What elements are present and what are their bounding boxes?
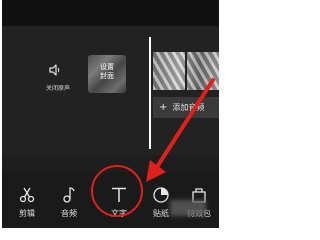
set-cover-label: 设置 封面 — [88, 63, 126, 81]
annotation-arrow — [146, 78, 215, 182]
set-cover-text: 设置 封面 — [100, 63, 114, 80]
